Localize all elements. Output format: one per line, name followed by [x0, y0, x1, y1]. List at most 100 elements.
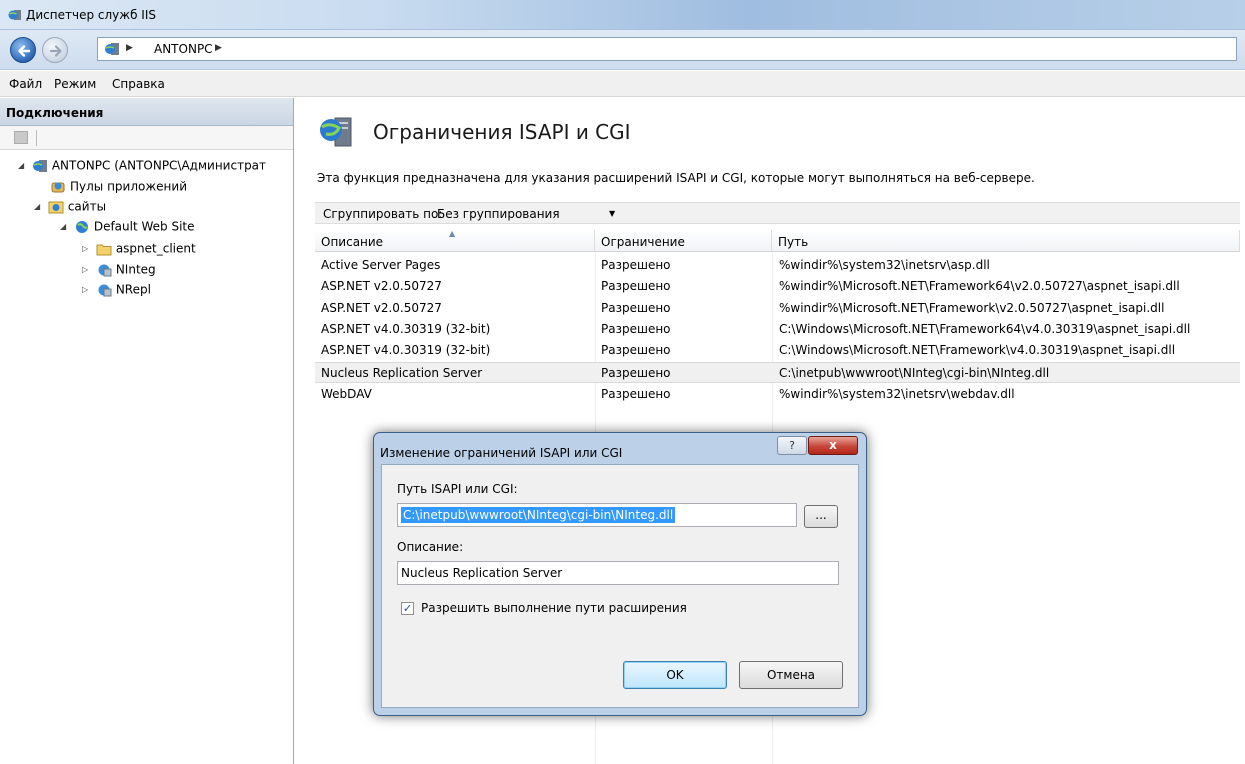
- table-row[interactable]: ASP.NET v4.0.30319 (32-bit) Разрешено C:…: [315, 319, 1240, 340]
- tree-label: Default Web Site: [93, 219, 195, 234]
- table-row[interactable]: ASP.NET v2.0.50727 Разрешено %windir%\Mi…: [315, 276, 1240, 297]
- iis-manager-icon: [8, 10, 21, 20]
- expand-arrow-icon[interactable]: ▷: [82, 244, 92, 253]
- path-input-value: C:\inetpub\wwwroot\NInteg\cgi-bin\NInteg…: [401, 507, 676, 523]
- address-box[interactable]: ▶ ANTONPC ▶: [97, 37, 1237, 61]
- cell-path: %windir%\Microsoft.NET\Framework64\v2.0.…: [779, 279, 1180, 293]
- title-bar: Диспетчер служб IIS: [0, 0, 1245, 30]
- back-button[interactable]: [10, 37, 36, 63]
- cell-description: ASP.NET v2.0.50727: [321, 279, 442, 293]
- description-label: Описание:: [397, 540, 464, 554]
- column-header-restriction[interactable]: Ограничение: [595, 230, 772, 252]
- dialog-title: Изменение ограничений ISAPI или CGI: [380, 446, 623, 460]
- page-title: Ограничения ISAPI и CGI: [373, 120, 631, 144]
- arrow-left-icon: [18, 45, 31, 57]
- expand-arrow-icon[interactable]: ▷: [82, 285, 92, 294]
- expand-arrow-icon[interactable]: ▷: [82, 265, 92, 274]
- tree-label: aspnet_client: [115, 241, 196, 256]
- application-icon: [98, 264, 112, 276]
- browse-button[interactable]: ...: [804, 505, 838, 528]
- collapse-arrow-icon[interactable]: ◢: [18, 161, 28, 170]
- application-icon: [98, 284, 112, 296]
- allow-execution-checkbox[interactable]: ✓: [401, 602, 414, 615]
- connect-icon[interactable]: [14, 131, 28, 144]
- table-row[interactable]: Active Server Pages Разрешено %windir%\s…: [315, 255, 1240, 276]
- help-button[interactable]: ?: [777, 436, 807, 455]
- cell-path: %windir%\system32\inetsrv\asp.dll: [779, 258, 990, 272]
- server-icon: [105, 43, 119, 55]
- menu-view[interactable]: Режим: [54, 77, 96, 91]
- cell-restriction: Разрешено: [601, 366, 671, 380]
- dropdown-arrow-icon[interactable]: ▼: [609, 209, 615, 218]
- column-header-path[interactable]: Путь: [772, 230, 1240, 252]
- cell-path: %windir%\system32\inetsrv\webdav.dll: [779, 387, 1015, 401]
- ok-button[interactable]: OK: [623, 661, 727, 689]
- cell-description: ASP.NET v2.0.50727: [321, 301, 442, 315]
- server-icon: [32, 159, 47, 172]
- connections-header: Подключения: [0, 98, 293, 126]
- collapse-arrow-icon[interactable]: ◢: [60, 222, 70, 231]
- group-by-select[interactable]: Без группирования: [437, 207, 560, 221]
- tree-label: сайты: [67, 199, 107, 214]
- collapse-arrow-icon[interactable]: ◢: [34, 202, 44, 211]
- tree-label: ANTONPC (ANTONPC\Администрат: [51, 158, 267, 173]
- table-row[interactable]: ASP.NET v4.0.30319 (32-bit) Разрешено C:…: [315, 340, 1240, 361]
- cell-path: %windir%\Microsoft.NET\Framework\v2.0.50…: [779, 301, 1165, 315]
- cell-description: Active Server Pages: [321, 258, 441, 272]
- tree-node-nrepl[interactable]: ▷ NRepl: [82, 282, 151, 300]
- cell-description: ASP.NET v4.0.30319 (32-bit): [321, 322, 491, 336]
- table-row-selected[interactable]: Nucleus Replication Server Разрешено C:\…: [315, 362, 1240, 383]
- table-row[interactable]: ASP.NET v2.0.50727 Разрешено %windir%\Mi…: [315, 298, 1240, 319]
- cancel-button[interactable]: Отмена: [739, 661, 843, 689]
- breadcrumb-arrow-icon[interactable]: ▶: [215, 43, 222, 53]
- cell-restriction: Разрешено: [601, 322, 671, 336]
- isapi-cgi-icon: [320, 117, 352, 147]
- description-input[interactable]: Nucleus Replication Server: [397, 561, 839, 585]
- cell-path: C:\Windows\Microsoft.NET\Framework64\v4.…: [779, 322, 1191, 336]
- address-bar: ▶ ANTONPC ▶: [0, 30, 1245, 70]
- cell-restriction: Разрешено: [601, 387, 671, 401]
- tree-label: NInteg: [115, 262, 156, 277]
- arrow-right-icon: [49, 45, 62, 57]
- breadcrumb-arrow-icon[interactable]: ▶: [126, 43, 133, 53]
- cell-description: ASP.NET v4.0.30319 (32-bit): [321, 343, 491, 357]
- toolbar-separator: [36, 130, 37, 146]
- cell-path: C:\Windows\Microsoft.NET\Framework\v4.0.…: [779, 343, 1176, 357]
- menu-help[interactable]: Справка: [112, 77, 165, 91]
- cell-restriction: Разрешено: [601, 258, 671, 272]
- tree-node-ninteg[interactable]: ▷ NInteg: [82, 262, 156, 280]
- tree-label: Пулы приложений: [70, 179, 187, 194]
- menu-file[interactable]: Файл: [9, 77, 42, 91]
- cell-description: WebDAV: [321, 387, 372, 401]
- group-by-label: Сгруппировать по:: [323, 207, 443, 221]
- table-row[interactable]: WebDAV Разрешено %windir%\system32\inets…: [315, 384, 1240, 405]
- tree-node-aspnet-client[interactable]: ▷ aspnet_client: [82, 241, 196, 259]
- globe-icon: [75, 220, 88, 233]
- forward-button[interactable]: [42, 37, 68, 63]
- sort-ascending-icon: ▲: [449, 229, 456, 238]
- breadcrumb-antonpc[interactable]: ANTONPC: [154, 42, 213, 56]
- dialog-body: Путь ISAPI или CGI: C:\inetpub\wwwroot\N…: [381, 464, 859, 708]
- path-input[interactable]: C:\inetpub\wwwroot\NInteg\cgi-bin\NInteg…: [397, 503, 797, 527]
- tree-node-server[interactable]: ◢ ANTONPC (ANTONPC\Администрат: [18, 158, 266, 176]
- close-button[interactable]: x: [808, 436, 858, 455]
- page-description: Эта функция предназначена для указания р…: [317, 171, 1035, 185]
- edit-restriction-dialog: Изменение ограничений ISAPI или CGI ? x …: [373, 432, 867, 716]
- cell-restriction: Разрешено: [601, 343, 671, 357]
- allow-execution-label[interactable]: Разрешить выполнение пути расширения: [421, 601, 687, 615]
- sites-folder-icon: [48, 201, 64, 213]
- tree-node-default-web-site[interactable]: ◢ Default Web Site: [60, 219, 195, 237]
- window-title: Диспетчер служб IIS: [26, 8, 156, 22]
- connections-panel: Подключения ◢ ANTONPC (ANTONPC\Администр…: [0, 98, 294, 764]
- connections-toolbar: [0, 126, 293, 150]
- group-by-bar: Сгруппировать по: Без группирования ▼: [315, 202, 1240, 224]
- tree-node-app-pools[interactable]: Пулы приложений: [50, 179, 187, 197]
- cell-description: Nucleus Replication Server: [321, 366, 483, 380]
- folder-icon: [96, 244, 112, 255]
- cell-restriction: Разрешено: [601, 279, 671, 293]
- tree-label: NRepl: [115, 282, 151, 297]
- tree-node-sites[interactable]: ◢ сайты: [34, 199, 106, 217]
- path-label: Путь ISAPI или CGI:: [397, 482, 518, 496]
- menu-bar: Файл Режим Справка: [0, 71, 1245, 97]
- cell-path: C:\inetpub\wwwroot\NInteg\cgi-bin\NInteg…: [779, 366, 1050, 380]
